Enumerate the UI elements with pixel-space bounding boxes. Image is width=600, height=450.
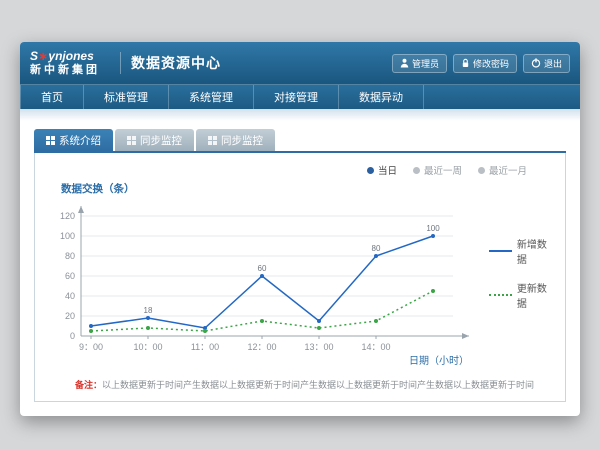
radio-dot-icon <box>367 167 374 174</box>
svg-text:18: 18 <box>144 306 153 315</box>
svg-text:0: 0 <box>70 331 75 341</box>
brand-letter: S <box>30 49 38 63</box>
chart-row: 0 20 40 60 80 100 120 9：00 10：00 11：00 12：00 13：00 1… <box>45 198 555 368</box>
radio-dot-icon <box>413 167 420 174</box>
legend-update-data: 更新数据 <box>489 280 555 310</box>
legend-label: 新增数据 <box>517 236 555 266</box>
svg-text:9：00: 9：00 <box>79 342 103 352</box>
tabbar: 系统介绍 同步监控 同步监控 <box>34 129 566 153</box>
nav-item-standard-mgmt[interactable]: 标准管理 <box>84 85 169 109</box>
svg-text:日期（小时）: 日期（小时） <box>409 355 469 367</box>
svg-text:20: 20 <box>65 311 75 321</box>
svg-text:10：00: 10：00 <box>133 342 162 352</box>
filter-last-week[interactable]: 最近一周 <box>413 163 462 177</box>
svg-text:120: 120 <box>60 211 75 221</box>
main-nav: 首页 标准管理 系统管理 对接管理 数据异动 <box>20 84 580 109</box>
svg-text:40: 40 <box>65 291 75 301</box>
svg-text:80: 80 <box>65 251 75 261</box>
filter-today[interactable]: 当日 <box>367 163 397 177</box>
admin-button-label: 管理员 <box>412 57 439 70</box>
svg-text:60: 60 <box>65 271 75 281</box>
svg-text:11：00: 11：00 <box>191 342 219 352</box>
filter-label: 最近一周 <box>424 163 462 177</box>
tab-label: 同步监控 <box>221 133 263 148</box>
nav-item-data-change[interactable]: 数据异动 <box>339 85 424 109</box>
tab-label: 同步监控 <box>140 133 182 148</box>
user-icon <box>400 58 409 68</box>
logo: S✱ynjones 新中新集团 <box>30 50 100 75</box>
solid-line-sample-icon <box>489 250 512 252</box>
tab-sync-monitor-1[interactable]: 同步监控 <box>115 129 194 151</box>
brand-text: S✱ynjones <box>30 50 100 63</box>
grid-icon <box>46 136 55 145</box>
svg-text:14：00: 14：00 <box>361 342 390 352</box>
brand-rest: ynjones <box>48 49 93 63</box>
app-title: 数据资源中心 <box>131 53 221 73</box>
svg-text:12：00: 12：00 <box>247 342 276 352</box>
tab-system-intro[interactable]: 系统介绍 <box>34 129 113 151</box>
grid-icon <box>208 136 217 145</box>
change-password-button-label: 修改密码 <box>473 57 509 70</box>
footnote-text: 以上数据更新于时间产生数据以上数据更新于时间产生数据以上数据更新于时间产生数据以… <box>102 380 534 390</box>
svg-text:100: 100 <box>426 224 440 233</box>
filter-label: 当日 <box>378 163 397 177</box>
tab-label: 系统介绍 <box>59 133 101 148</box>
line-chart: 0 20 40 60 80 100 120 9：00 10：00 11：00 12：00 13：00 1… <box>45 198 485 368</box>
logout-button[interactable]: 退出 <box>523 54 570 73</box>
power-icon <box>531 58 541 68</box>
header-divider <box>120 52 121 74</box>
y-axis-label: 数据交换（条） <box>45 179 555 198</box>
nav-item-docking-mgmt[interactable]: 对接管理 <box>254 85 339 109</box>
company-name: 新中新集团 <box>30 64 100 76</box>
svg-text:100: 100 <box>60 231 75 241</box>
brand-star-icon: ✱ <box>38 52 48 63</box>
series-legend: 新增数据 更新数据 <box>485 236 555 310</box>
svg-text:13：00: 13：00 <box>304 342 333 352</box>
nav-item-home[interactable]: 首页 <box>20 85 84 109</box>
lock-icon <box>461 58 470 68</box>
filter-last-month[interactable]: 最近一月 <box>478 163 527 177</box>
nav-shine-strip <box>20 109 580 121</box>
footnote-prefix: 备注： <box>75 380 102 390</box>
app-window: S✱ynjones 新中新集团 数据资源中心 管理员 修改密码 <box>20 42 580 416</box>
content-area: 系统介绍 同步监控 同步监控 当日 最近 <box>20 121 580 402</box>
svg-text:80: 80 <box>372 244 381 253</box>
change-password-button[interactable]: 修改密码 <box>453 54 517 73</box>
legend-label: 更新数据 <box>517 280 555 310</box>
legend-new-data: 新增数据 <box>489 236 555 266</box>
nav-item-system-mgmt[interactable]: 系统管理 <box>169 85 254 109</box>
tab-sync-monitor-2[interactable]: 同步监控 <box>196 129 275 151</box>
titlebar: S✱ynjones 新中新集团 数据资源中心 管理员 修改密码 <box>20 42 580 84</box>
time-filter: 当日 最近一周 最近一月 <box>45 161 555 179</box>
filter-label: 最近一月 <box>489 163 527 177</box>
svg-text:60: 60 <box>258 264 267 273</box>
radio-dot-icon <box>478 167 485 174</box>
desktop-background: S✱ynjones 新中新集团 数据资源中心 管理员 修改密码 <box>0 0 600 450</box>
logout-button-label: 退出 <box>544 57 562 70</box>
dotted-line-sample-icon <box>489 294 512 296</box>
grid-icon <box>127 136 136 145</box>
chart-panel: 当日 最近一周 最近一月 数据交换（条） 0 20 40 60 80 100 120 9：00… <box>34 153 566 402</box>
footnote: 备注：以上数据更新于时间产生数据以上数据更新于时间产生数据以上数据更新于时间产生… <box>75 378 555 391</box>
admin-button[interactable]: 管理员 <box>392 54 447 73</box>
